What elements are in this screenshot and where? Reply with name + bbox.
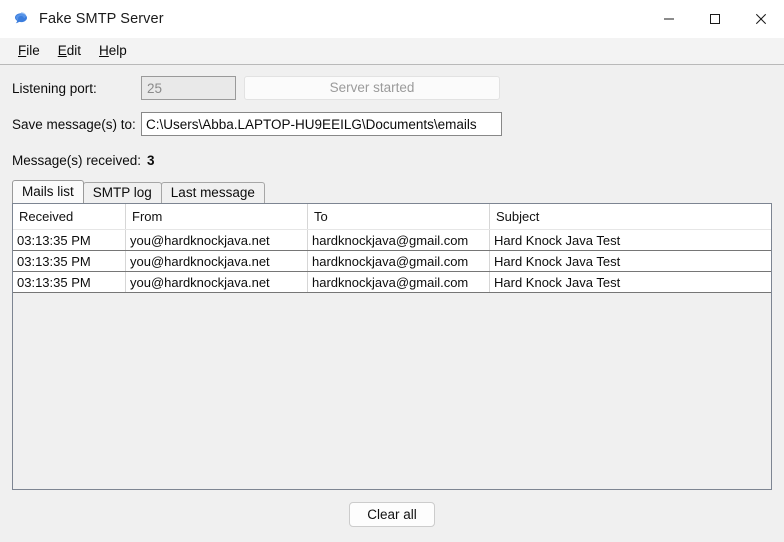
close-icon — [755, 13, 767, 25]
settings-form: Listening port: Server started Save mess… — [4, 65, 780, 172]
cell-to: hardknockjava@gmail.com — [307, 229, 490, 251]
save-path-row: Save message(s) to: — [4, 112, 780, 136]
close-button[interactable] — [738, 0, 784, 38]
listening-port-row: Listening port: Server started — [4, 76, 780, 100]
chat-bubble-icon — [15, 12, 27, 24]
table-row[interactable]: 03:13:35 PM you@hardknockjava.net hardkn… — [13, 229, 771, 251]
column-header-received[interactable]: Received — [13, 204, 126, 230]
menu-mnemonic: E — [57, 43, 67, 58]
save-path-label: Save message(s) to: — [12, 116, 136, 132]
column-header-from[interactable]: From — [125, 204, 308, 230]
cell-to: hardknockjava@gmail.com — [307, 271, 490, 293]
footer: Clear all — [4, 490, 780, 538]
cell-subject: Hard Knock Java Test — [489, 250, 771, 272]
mails-table: Received From To Subject 03:13:35 PM you… — [13, 204, 771, 293]
mails-table-panel[interactable]: Received From To Subject 03:13:35 PM you… — [12, 203, 772, 490]
clear-all-button[interactable]: Clear all — [349, 501, 435, 527]
listening-port-input[interactable] — [141, 76, 236, 100]
client-area: Listening port: Server started Save mess… — [0, 65, 784, 542]
tabstrip: Mails list SMTP log Last message — [4, 180, 780, 203]
cell-from: you@hardknockjava.net — [125, 250, 308, 272]
menu-mnemonic: F — [18, 43, 27, 58]
messages-received-count: 3 — [147, 152, 155, 168]
menu-item-help[interactable]: Help — [90, 42, 136, 60]
menu-label: dit — [66, 43, 82, 58]
cell-subject: Hard Knock Java Test — [489, 271, 771, 293]
menu-label: ile — [26, 43, 40, 58]
cell-subject: Hard Knock Java Test — [489, 229, 771, 251]
cell-received: 03:13:35 PM — [13, 250, 126, 272]
mails-table-header: Received From To Subject — [13, 204, 771, 230]
minimize-icon — [664, 18, 674, 20]
cell-from: you@hardknockjava.net — [125, 229, 308, 251]
table-row[interactable]: 03:13:35 PM you@hardknockjava.net hardkn… — [13, 271, 771, 293]
maximize-icon — [710, 14, 720, 24]
window-controls — [646, 0, 784, 38]
cell-received: 03:13:35 PM — [13, 271, 126, 293]
minimize-button[interactable] — [646, 0, 692, 38]
table-row[interactable]: 03:13:35 PM you@hardknockjava.net hardkn… — [13, 250, 771, 272]
column-header-to[interactable]: To — [307, 204, 490, 230]
app-window: Fake SMTP Server File Edit Help Listenin… — [0, 0, 784, 542]
maximize-button[interactable] — [692, 0, 738, 38]
tab-last-message[interactable]: Last message — [160, 182, 265, 203]
tab-mails-list[interactable]: Mails list — [12, 180, 84, 203]
messages-received-label: Message(s) received: — [12, 152, 142, 168]
titlebar: Fake SMTP Server — [0, 0, 784, 38]
cell-from: you@hardknockjava.net — [125, 271, 308, 293]
cell-received: 03:13:35 PM — [13, 229, 126, 251]
menu-item-edit[interactable]: Edit — [49, 42, 90, 60]
mails-table-body: 03:13:35 PM you@hardknockjava.net hardkn… — [13, 229, 771, 293]
menu-label: elp — [108, 43, 127, 58]
tab-smtp-log[interactable]: SMTP log — [82, 182, 162, 203]
window-title: Fake SMTP Server — [39, 11, 164, 27]
cell-to: hardknockjava@gmail.com — [307, 250, 490, 272]
messages-received-row: Message(s) received: 3 — [4, 148, 780, 172]
menubar: File Edit Help — [0, 38, 784, 65]
menu-mnemonic: H — [99, 43, 109, 58]
save-path-input[interactable] — [141, 112, 502, 136]
listening-port-label: Listening port: — [12, 80, 97, 96]
server-status-button[interactable]: Server started — [244, 76, 500, 100]
table-header-row: Received From To Subject — [13, 204, 771, 230]
column-header-subject[interactable]: Subject — [489, 204, 771, 230]
menu-item-file[interactable]: File — [9, 42, 49, 60]
